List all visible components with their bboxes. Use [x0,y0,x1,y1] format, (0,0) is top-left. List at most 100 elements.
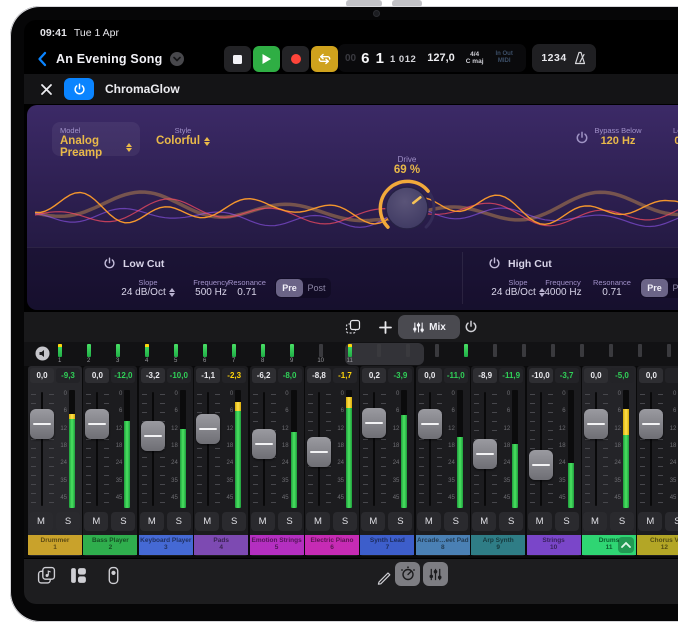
track-name-label[interactable]: Arcade…eet Pad 8 [416,535,470,555]
solo-button[interactable]: S [167,512,191,531]
solo-button[interactable]: S [222,512,246,531]
low-cut-slope[interactable]: Slope 24 dB/Oct [115,278,181,298]
plugin-power-button[interactable] [64,78,94,100]
mix-button[interactable]: Mix [398,315,460,339]
track-name-label[interactable]: Strings 10 [527,535,581,555]
high-cut-power-icon[interactable] [488,257,501,270]
track-name-label[interactable]: Emotion Strings 5 [250,535,304,555]
solo-button[interactable]: S [333,512,357,531]
volume-value[interactable]: -1,1 [196,368,220,383]
metronome-icon[interactable] [573,51,587,65]
overview-track[interactable] [658,344,678,365]
drive-knob[interactable] [375,176,439,240]
volume-value[interactable]: 0,0 [639,368,663,383]
overview-track[interactable] [513,344,535,365]
overview-track[interactable] [600,344,622,365]
track-name-label[interactable]: Bass Player 2 [83,535,137,555]
mute-button[interactable]: M [29,512,53,531]
stop-button[interactable] [224,46,251,72]
loop-browser-icon[interactable] [37,566,56,585]
track-name-label[interactable]: Pads 4 [194,535,248,555]
overview-track[interactable] [368,344,390,365]
overview-track[interactable] [629,344,651,365]
volume-value[interactable]: -6,2 [252,368,276,383]
lcd-display[interactable]: 00 6 1 1 012 127,0 4/4 C maj In Out MIDI [338,44,526,72]
volume-value[interactable]: 0,0 [418,368,442,383]
overview-track[interactable]: 4 [136,344,158,365]
pre-segment[interactable]: Pre [641,279,668,297]
regions-icon[interactable] [69,566,88,585]
overview-track[interactable]: 5 [165,344,187,365]
volume-value[interactable]: 0,0 [30,368,54,383]
mute-button[interactable]: M [361,512,385,531]
mute-button[interactable]: M [251,512,275,531]
cycle-button[interactable] [311,46,338,72]
post-segment[interactable]: Post [668,279,678,297]
count-in-button[interactable]: 1234 [541,52,566,64]
fader-handle[interactable] [307,437,331,467]
fader-handle[interactable] [85,409,109,439]
track-name-label[interactable]: Keyboard Player 3 [139,535,193,555]
fader-handle[interactable] [196,414,220,444]
mute-button[interactable]: M [638,512,662,531]
mute-button[interactable]: M [417,512,441,531]
mixer-power-button[interactable] [458,315,484,339]
fader-handle[interactable] [30,409,54,439]
track-name-label[interactable]: Electric Piano 6 [305,535,359,555]
track-name-label[interactable]: Chorus V 12 [637,535,678,555]
post-segment[interactable]: Post [303,279,330,297]
overview-track[interactable]: 11 [339,344,361,365]
song-title[interactable]: An Evening Song [56,52,162,66]
solo-button[interactable]: S [388,512,412,531]
volume-value[interactable]: -8,8 [307,368,331,383]
solo-button[interactable]: S [111,512,135,531]
edit-mode-icon[interactable] [376,568,393,585]
song-menu-button[interactable] [170,52,184,66]
overview-track[interactable] [571,344,593,365]
overview-track[interactable]: 2 [78,344,100,365]
fader-handle[interactable] [529,450,553,480]
overview-track[interactable] [542,344,564,365]
overview-track[interactable] [455,344,477,365]
expand-stack-button[interactable] [618,537,634,553]
back-chevron-icon[interactable] [36,51,48,67]
low-cut-power-icon[interactable] [103,257,116,270]
fader-handle[interactable] [252,429,276,459]
track-name-label[interactable]: Synth Lead 7 [360,535,414,555]
overview-track[interactable] [397,344,419,365]
mute-button[interactable]: M [472,512,496,531]
overview-track[interactable] [484,344,506,365]
solo-button[interactable]: S [499,512,523,531]
solo-button[interactable]: S [56,512,80,531]
level-control[interactable]: Level 0.0 [657,126,678,147]
mute-button[interactable]: M [306,512,330,531]
overview-track[interactable]: 10 [310,344,332,365]
track-name-label[interactable]: Drums 11 [582,535,636,555]
volume-value[interactable]: 0,0 [584,368,608,383]
fader-handle[interactable] [473,439,497,469]
controls-view-button[interactable] [395,562,420,586]
play-button[interactable] [253,46,280,72]
overview-track[interactable]: 9 [281,344,303,365]
solo-button[interactable]: S [610,512,634,531]
solo-button[interactable]: S [444,512,468,531]
fader-handle[interactable] [584,409,608,439]
mute-button[interactable]: M [195,512,219,531]
volume-value[interactable]: -3,2 [141,368,165,383]
duplicate-button[interactable] [340,315,366,339]
volume-value[interactable]: -10,0 [529,368,553,383]
mute-button[interactable]: M [583,512,607,531]
fader-handle[interactable] [639,409,663,439]
track-name-label[interactable]: Drummer 1 [28,535,82,555]
model-selector[interactable]: Model Analog Preamp [52,122,140,156]
solo-button[interactable]: S [555,512,579,531]
mute-button[interactable]: M [140,512,164,531]
overview-track[interactable]: 3 [107,344,129,365]
overview-track[interactable]: 7 [223,344,245,365]
overview-track[interactable] [426,344,448,365]
overview-track[interactable]: 6 [194,344,216,365]
add-track-button[interactable] [374,315,396,339]
low-cut-resonance[interactable]: Resonance 0.71 [219,278,275,298]
bypass-below-control[interactable]: Bypass Below 120 Hz [587,126,649,147]
fader-handle[interactable] [418,409,442,439]
